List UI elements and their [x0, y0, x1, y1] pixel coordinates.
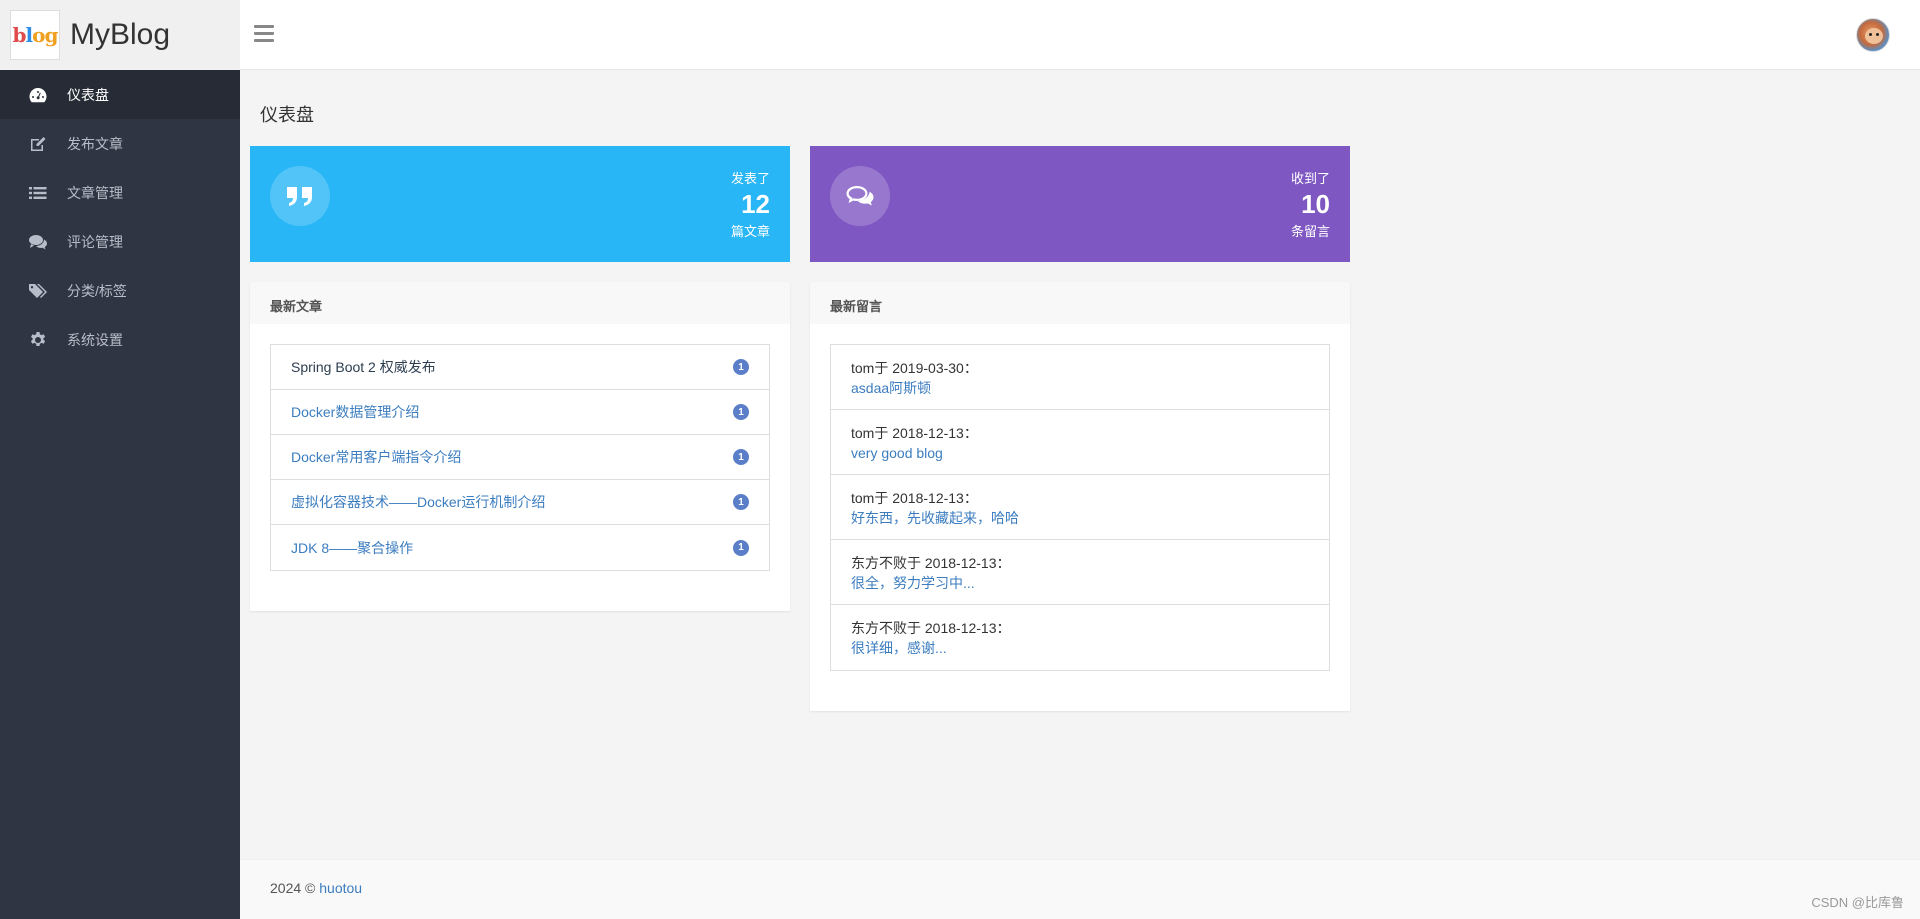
sidebar-item-settings[interactable]: 系统设置: [0, 315, 240, 364]
comment-meta: tom于 2018-12-13：: [851, 490, 978, 506]
sidebar-item-publish[interactable]: 发布文章: [0, 119, 240, 168]
tags-icon: [28, 283, 48, 299]
sidebar-item-articles[interactable]: 文章管理: [0, 168, 240, 217]
sidebar-item-label: 发布文章: [67, 135, 123, 152]
latest-articles-panel: 最新文章 Spring Boot 2 权威发布 1 Docker数据管理介绍 1…: [250, 282, 790, 611]
quote-icon: [270, 166, 330, 226]
footer-text: 2024 ©: [270, 880, 320, 896]
panel-title: 最新文章: [250, 282, 790, 324]
article-link[interactable]: Docker数据管理介绍: [291, 402, 419, 422]
brand-logo: b l og: [10, 10, 60, 60]
stat-suffix: 篇文章: [730, 224, 770, 239]
list-item: Spring Boot 2 权威发布 1: [271, 345, 769, 390]
brand-name: MyBlog: [70, 18, 171, 51]
comment-link[interactable]: very good blog: [851, 443, 1309, 463]
comment-link[interactable]: asdaa阿斯顿: [851, 378, 1309, 398]
latest-comments-panel: 最新留言 tom于 2019-03-30： asdaa阿斯顿 tom于 2018…: [810, 282, 1350, 711]
list-item: Docker常用客户端指令介绍 1: [271, 435, 769, 480]
list-icon: [28, 185, 48, 201]
list-item: 东方不败于 2018-12-13： 很全，努力学习中...: [831, 540, 1329, 605]
dashboard-icon: [28, 87, 48, 103]
comment-list: tom于 2019-03-30： asdaa阿斯顿 tom于 2018-12-1…: [830, 344, 1330, 671]
sidebar-item-label: 文章管理: [67, 184, 123, 201]
comment-meta: 东方不败于 2018-12-13：: [851, 555, 1011, 571]
hamburger-icon[interactable]: [254, 25, 274, 45]
stat-value: 10: [1301, 189, 1330, 219]
stat-prefix: 发表了: [730, 171, 770, 186]
stat-prefix: 收到了: [1290, 171, 1330, 186]
sidebar-item-label: 系统设置: [67, 331, 123, 348]
stat-value: 12: [741, 189, 770, 219]
watermark: CSDN @比库鲁: [1811, 895, 1904, 910]
list-item: JDK 8——聚合操作 1: [271, 525, 769, 570]
comment-meta: tom于 2019-03-30：: [851, 360, 978, 376]
comment-meta: 东方不败于 2018-12-13：: [851, 620, 1011, 636]
panel-title: 最新留言: [810, 282, 1350, 324]
list-item: 东方不败于 2018-12-13： 很详细，感谢...: [831, 605, 1329, 670]
article-link[interactable]: Spring Boot 2 权威发布: [291, 357, 436, 377]
logo-letter: l: [25, 23, 34, 47]
sidebar-item-label: 评论管理: [67, 233, 123, 250]
gear-icon: [28, 331, 48, 348]
sidebar-item-comments[interactable]: 评论管理: [0, 217, 240, 266]
list-item: Docker数据管理介绍 1: [271, 390, 769, 435]
comment-link[interactable]: 很全，努力学习中...: [851, 573, 1309, 593]
edit-icon: [28, 136, 48, 152]
sidebar-item-label: 仪表盘: [67, 86, 109, 103]
count-badge: 1: [733, 494, 749, 510]
comments-icon: [28, 234, 48, 250]
comments-icon: [830, 166, 890, 226]
list-item: tom于 2018-12-13： 好东西，先收藏起来，哈哈: [831, 475, 1329, 540]
list-item: tom于 2018-12-13： very good blog: [831, 410, 1329, 475]
sidebar-item-label: 分类/标签: [67, 282, 127, 299]
comment-link[interactable]: 很详细，感谢...: [851, 638, 1309, 658]
user-avatar[interactable]: [1856, 18, 1890, 52]
top-header: [240, 0, 1920, 70]
article-link[interactable]: 虚拟化容器技术——Docker运行机制介绍: [291, 492, 545, 512]
sidebar-item-dashboard[interactable]: 仪表盘: [0, 70, 240, 119]
sidebar-item-tags[interactable]: 分类/标签: [0, 266, 240, 315]
sidebar-nav: 仪表盘 发布文章 文章管理 评论管理 分类/标签 系统设置: [0, 70, 240, 364]
count-badge: 1: [733, 359, 749, 375]
count-badge: 1: [733, 404, 749, 420]
comment-link[interactable]: 好东西，先收藏起来，哈哈: [851, 508, 1309, 528]
article-link[interactable]: Docker常用客户端指令介绍: [291, 447, 461, 467]
list-item: 虚拟化容器技术——Docker运行机制介绍 1: [271, 480, 769, 525]
comment-meta: tom于 2018-12-13：: [851, 425, 978, 441]
stat-comments: 收到了 10 条留言: [810, 146, 1350, 262]
footer: 2024 © huotou: [240, 859, 1920, 919]
sidebar: b l og MyBlog 仪表盘 发布文章 文章管理 评论管理 分类/标签 系…: [0, 0, 240, 919]
list-item: tom于 2019-03-30： asdaa阿斯顿: [831, 345, 1329, 410]
count-badge: 1: [733, 539, 749, 556]
logo-letter: og: [32, 23, 58, 47]
main-content: 仪表盘 发表了 12 篇文章 收到了 10 条留言 最新文章 Spring Bo…: [240, 71, 1920, 859]
article-list: Spring Boot 2 权威发布 1 Docker数据管理介绍 1 Dock…: [270, 344, 770, 571]
count-badge: 1: [733, 449, 749, 465]
page-title: 仪表盘: [260, 105, 314, 125]
brand[interactable]: b l og MyBlog: [0, 0, 240, 70]
article-link[interactable]: JDK 8——聚合操作: [291, 538, 413, 558]
logo-letter: b: [12, 23, 27, 47]
stat-suffix: 条留言: [1290, 224, 1330, 239]
footer-link[interactable]: huotou: [319, 880, 362, 896]
stat-articles: 发表了 12 篇文章: [250, 146, 790, 262]
